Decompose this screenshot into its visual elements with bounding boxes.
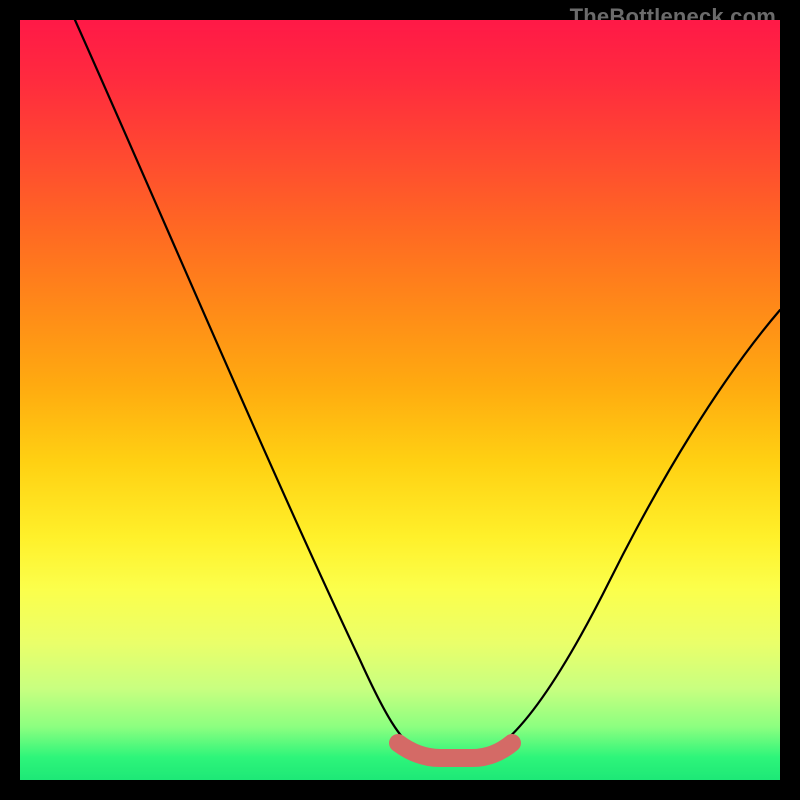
curve-svg [20, 20, 780, 780]
trough-highlight [398, 743, 512, 758]
bottleneck-curve [75, 20, 780, 752]
plot-area [20, 20, 780, 780]
chart-container: TheBottleneck.com [0, 0, 800, 800]
